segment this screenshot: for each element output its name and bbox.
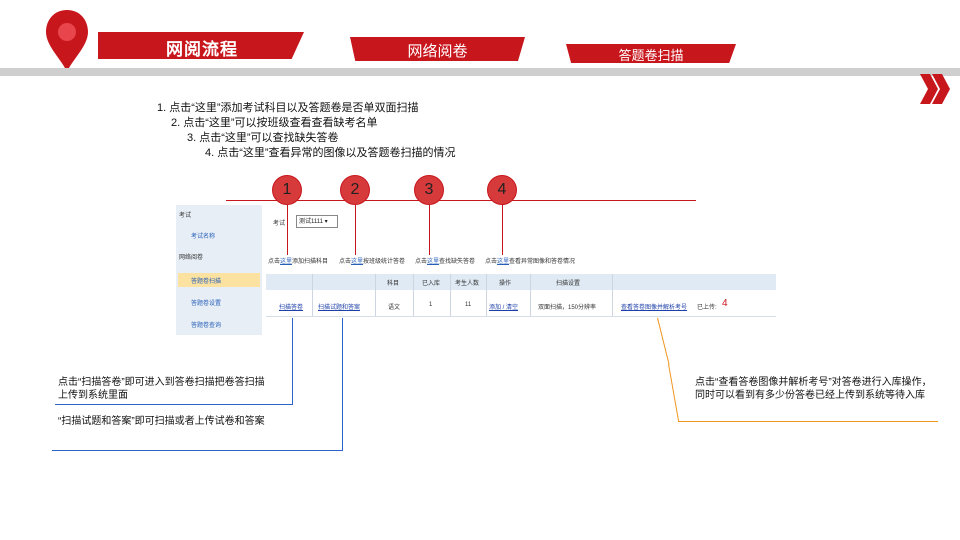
- table-header: [266, 274, 776, 290]
- sidebar-item-query[interactable]: 答题卷查询: [191, 320, 221, 329]
- link-missing-sheets[interactable]: 点击这里查找缺失答卷: [415, 256, 475, 265]
- connector-scan-upload-h: [52, 450, 343, 451]
- view-images-link[interactable]: 查看答卷图像并解析考号: [621, 302, 687, 311]
- th-ops: 操作: [499, 281, 512, 287]
- double-chevron-icon: [920, 74, 950, 104]
- title-bar: 网阅流程: [98, 32, 304, 59]
- uploaded-label: 已上传:: [697, 305, 717, 311]
- instruction-4: 4. 点击“这里”查看异常的图像以及答题卷扫描的情况: [205, 147, 456, 159]
- add-clear-link[interactable]: 添加 / 清空: [489, 302, 518, 311]
- link-add-subject[interactable]: 点击这里添加扫描科目: [268, 256, 328, 265]
- exam-label: 考试: [273, 221, 286, 227]
- callout-circle-1: 1: [272, 175, 302, 205]
- note-scan-upload: “扫描试题和答案”即可扫描或者上传试卷和答案: [58, 416, 265, 427]
- link-class-stats[interactable]: 点击这里按班级统计答卷: [339, 256, 405, 265]
- callout-circle-2: 2: [340, 175, 370, 205]
- connector-scan-h: [55, 404, 293, 405]
- page-title: 网阅流程: [166, 40, 238, 59]
- td-subject: 语文: [388, 305, 401, 311]
- td-settings: 双面扫描，150分辨率: [538, 305, 597, 311]
- step-sheet-scan: 答题卷扫描: [566, 44, 736, 63]
- callout-line-4: [502, 205, 503, 255]
- note-view: 点击“查看答卷图像并解析考号”对答卷进行入库操作，同时可以看到有多少份答卷已经上…: [695, 377, 932, 401]
- exam-select[interactable]: 测试1111 ▾: [296, 215, 338, 228]
- instruction-3: 3. 点击“这里”可以查找缺失答卷: [187, 132, 339, 144]
- connector-view-2: [668, 363, 680, 422]
- connector-scan: [292, 318, 293, 404]
- scan-sheets-link[interactable]: 扫描答卷: [279, 302, 303, 311]
- td-stored: 1: [429, 302, 433, 308]
- th-settings: 扫描设置: [556, 281, 581, 287]
- sidebar-item-settings[interactable]: 答题卷设置: [191, 298, 221, 307]
- uploaded-count: 4: [722, 298, 728, 309]
- connector-view-h: [678, 421, 938, 422]
- instruction-2: 2. 点击“这里”可以按班级查看查看缺考名单: [171, 117, 378, 129]
- th-students: 考生人数: [455, 281, 480, 287]
- callout-line-3: [429, 205, 430, 255]
- scan-questions-link[interactable]: 扫描试题和答案: [318, 302, 360, 311]
- th-stored: 已入库: [422, 281, 441, 287]
- th-subject: 科目: [387, 281, 400, 287]
- step-online-marking: 网络阅卷: [350, 37, 525, 61]
- callout-line-1: [287, 205, 288, 255]
- callout-circle-3: 3: [414, 175, 444, 205]
- callout-circle-4: 4: [487, 175, 517, 205]
- screenshot-sidebar: 考试 考试名称 网络阅卷 答题卷扫描 答题卷设置 答题卷查询: [176, 205, 262, 335]
- instruction-1: 1. 点击“这里”添加考试科目以及答题卷是否单双面扫描: [157, 102, 419, 114]
- sidebar-item-scan[interactable]: 答题卷扫描: [191, 276, 221, 285]
- link-abnormal-images[interactable]: 点击这里查看异常图像和答卷情况: [485, 256, 575, 265]
- td-students: 11: [465, 302, 472, 308]
- callout-line-2: [355, 205, 356, 255]
- table-bottom-border: [266, 316, 776, 317]
- connector-scan-upload: [342, 318, 343, 450]
- header-divider: [0, 68, 960, 76]
- location-pin-icon: [46, 10, 88, 72]
- note-scan: 点击“扫描答卷”即可进入到答卷扫描把卷答扫描上传到系统里面: [58, 377, 265, 401]
